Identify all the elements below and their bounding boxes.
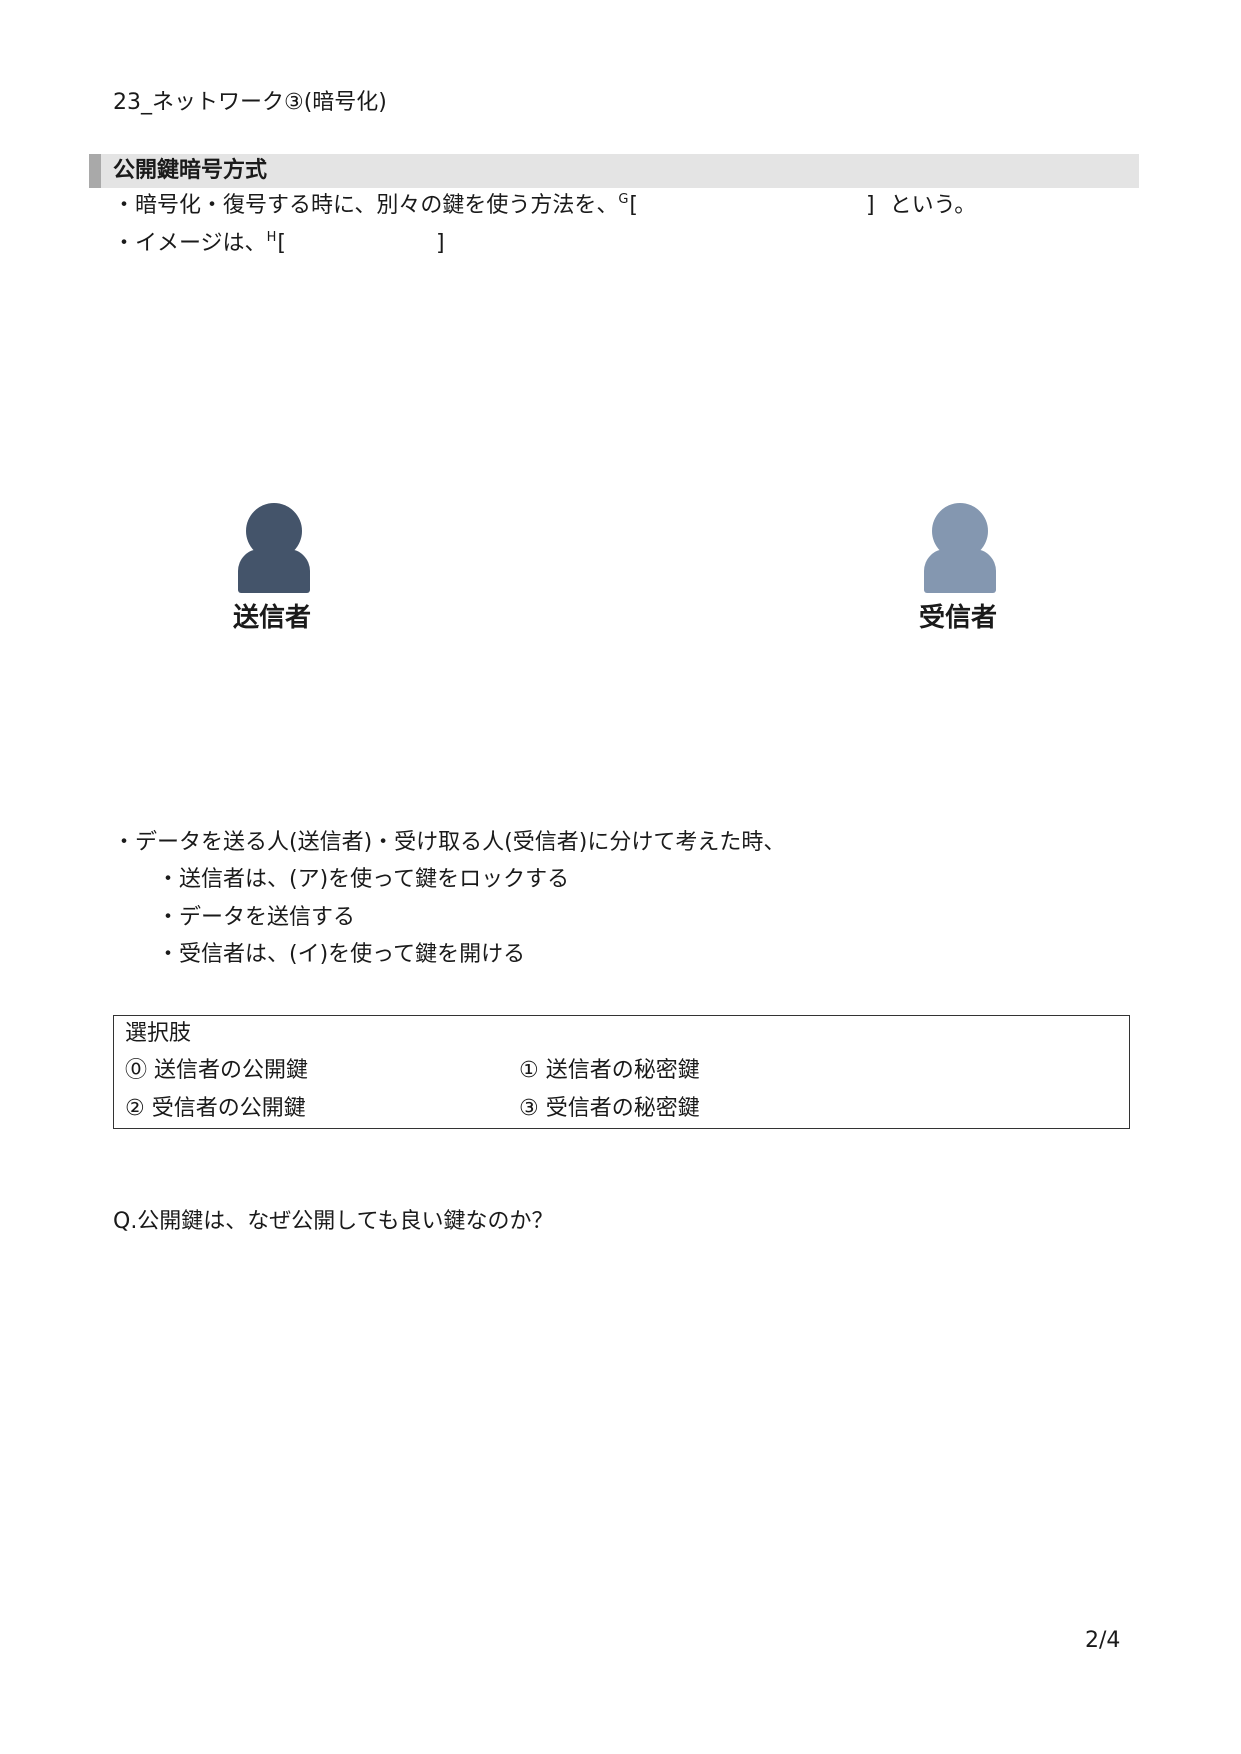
choice-item: ③ 受信者の秘密鍵 xyxy=(519,1096,700,1121)
steps-intro: ・データを送る人(送信者)・受け取る人(受信者)に分けて考えた時、 xyxy=(113,830,786,855)
blank-close-bracket: ] xyxy=(866,193,875,218)
section-title: 公開鍵暗号方式 xyxy=(113,158,268,183)
step-item: ・データを送信する xyxy=(157,905,356,930)
definition-text: ・暗号化・復号する時に、別々の鍵を使う方法を、 xyxy=(113,193,619,218)
sender-label: 送信者 xyxy=(233,603,312,633)
choice-item: ② 受信者の公開鍵 xyxy=(125,1096,306,1121)
receiver-label: 受信者 xyxy=(919,603,998,633)
choice-item: ① 送信者の秘密鍵 xyxy=(519,1058,700,1083)
blank-marker-g: G xyxy=(618,192,629,207)
definition-line: ・暗号化・復号する時に、別々の鍵を使う方法を、G[ xyxy=(113,191,638,224)
choice-item: ⓪ 送信者の公開鍵 xyxy=(125,1058,308,1083)
sender-person-icon xyxy=(238,503,314,593)
blank-close-bracket: ] xyxy=(436,231,445,256)
section-header-accent xyxy=(89,154,101,188)
step-item: ・受信者は、(イ)を使って鍵を開ける xyxy=(157,942,526,967)
page-number: 2/4 xyxy=(1085,1628,1121,1653)
step-item: ・送信者は、(ア)を使って鍵をロックする xyxy=(157,867,570,892)
image-line: ・イメージは、H[ xyxy=(113,229,286,262)
image-line-end: ] xyxy=(436,229,445,259)
receiver-body xyxy=(924,549,996,593)
sender-body xyxy=(238,549,310,593)
blank-marker-h: H xyxy=(266,230,277,245)
blank-open-bracket: [ xyxy=(277,231,286,256)
blank-open-bracket: [ xyxy=(629,193,639,218)
document-title: 23_ネットワーク③(暗号化) xyxy=(113,90,387,115)
question-text: Q.公開鍵は、なぜ公開しても良い鍵なのか？ xyxy=(113,1209,554,1234)
choices-title: 選択肢 xyxy=(125,1021,192,1046)
receiver-person-icon xyxy=(924,503,1000,593)
image-line-text: ・イメージは、 xyxy=(113,231,267,256)
definition-line-end: ] という。 xyxy=(866,191,976,221)
definition-suffix: という。 xyxy=(889,193,977,218)
